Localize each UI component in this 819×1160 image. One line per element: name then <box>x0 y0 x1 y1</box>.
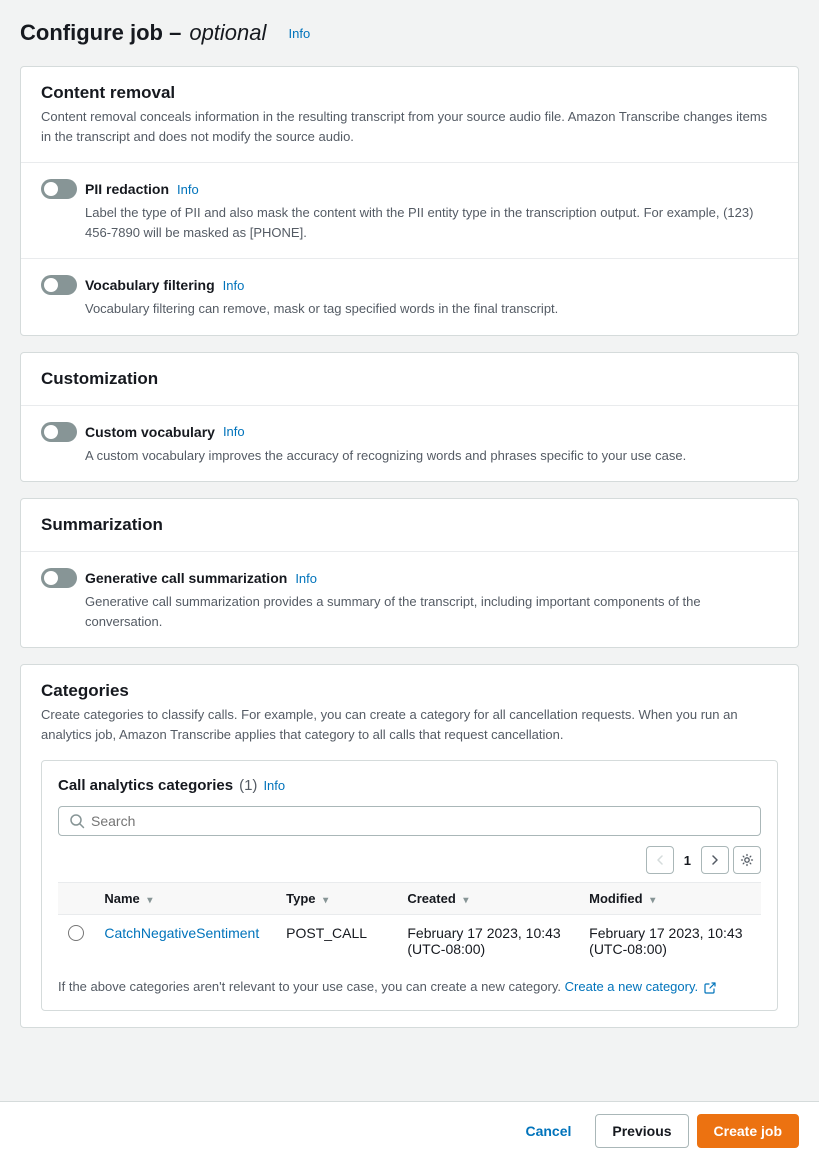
search-input[interactable] <box>91 813 750 829</box>
col-header-radio <box>58 883 94 915</box>
categories-count: (1) <box>239 777 257 794</box>
customization-title: Customization <box>41 369 778 389</box>
inner-card-title: Call analytics categories (1) Info <box>58 777 761 794</box>
generative-call-info-link[interactable]: Info <box>295 571 317 586</box>
custom-vocabulary-toggle[interactable] <box>41 422 77 442</box>
pii-redaction-toggle[interactable] <box>41 179 77 199</box>
col-header-name[interactable]: Name ▾ <box>94 883 276 915</box>
vocabulary-filtering-toggle[interactable] <box>41 275 77 295</box>
pii-redaction-info-link[interactable]: Info <box>177 182 199 197</box>
action-bar: Cancel Previous Create job <box>0 1101 819 1160</box>
content-removal-header: Content removal Content removal conceals… <box>21 67 798 163</box>
pii-redaction-row: PII redaction Info Label the type of PII… <box>21 163 798 259</box>
chevron-left-icon <box>655 855 665 865</box>
created-sort-icon: ▾ <box>463 895 468 906</box>
summarization-header: Summarization <box>21 499 798 552</box>
name-sort-icon: ▾ <box>147 895 152 906</box>
create-category-link[interactable]: Create a new category. <box>565 979 716 994</box>
vocabulary-filtering-label: Vocabulary filtering <box>85 277 215 293</box>
generative-call-desc: Generative call summarization provides a… <box>85 592 778 631</box>
categories-info-link[interactable]: Info <box>263 778 285 793</box>
row-name-link[interactable]: CatchNegativeSentiment <box>104 925 259 941</box>
vocabulary-filtering-header: Vocabulary filtering Info <box>41 275 778 295</box>
footer-note: If the above categories aren't relevant … <box>58 979 761 994</box>
col-header-modified[interactable]: Modified ▾ <box>579 883 761 915</box>
create-job-button[interactable]: Create job <box>697 1114 799 1148</box>
categories-table: Name ▾ Type ▾ Created ▾ Modified ▾ <box>58 882 761 967</box>
pagination-next-btn[interactable] <box>701 846 729 874</box>
generative-call-row: Generative call summarization Info Gener… <box>21 552 798 647</box>
pii-redaction-slider <box>41 179 77 199</box>
content-removal-section: Content removal Content removal conceals… <box>20 66 799 336</box>
page-title-info-link[interactable]: Info <box>289 26 311 41</box>
row-modified: February 17 2023, 10:43 (UTC-08:00) <box>579 915 761 968</box>
custom-vocabulary-slider <box>41 422 77 442</box>
search-box <box>58 806 761 836</box>
search-icon <box>69 813 85 829</box>
summarization-section: Summarization Generative call summarizat… <box>20 498 799 648</box>
pii-redaction-label: PII redaction <box>85 181 169 197</box>
vocabulary-filtering-info-link[interactable]: Info <box>223 278 245 293</box>
table-row: CatchNegativeSentiment POST_CALL Februar… <box>58 915 761 968</box>
categories-title: Categories <box>41 681 778 701</box>
row-type: POST_CALL <box>276 915 397 968</box>
summarization-title: Summarization <box>41 515 778 535</box>
categories-desc: Create categories to classify calls. For… <box>41 705 778 744</box>
row-name: CatchNegativeSentiment <box>94 915 276 968</box>
vocabulary-filtering-desc: Vocabulary filtering can remove, mask or… <box>85 299 778 319</box>
custom-vocabulary-row: Custom vocabulary Info A custom vocabula… <box>21 406 798 482</box>
pii-redaction-desc: Label the type of PII and also mask the … <box>85 203 778 242</box>
generative-call-slider <box>41 568 77 588</box>
col-header-created[interactable]: Created ▾ <box>397 883 579 915</box>
customization-section: Customization Custom vocabulary Info A c… <box>20 352 799 483</box>
vocabulary-filtering-row: Vocabulary filtering Info Vocabulary fil… <box>21 259 798 335</box>
pagination-prev-btn[interactable] <box>646 846 674 874</box>
content-removal-title: Content removal <box>41 83 778 103</box>
chevron-right-icon <box>710 855 720 865</box>
analytics-categories-card: Call analytics categories (1) Info <box>41 760 778 1011</box>
pii-redaction-header: PII redaction Info <box>41 179 778 199</box>
vocabulary-filtering-slider <box>41 275 77 295</box>
table-controls: 1 <box>58 846 761 874</box>
col-header-type[interactable]: Type ▾ <box>276 883 397 915</box>
generative-call-toggle[interactable] <box>41 568 77 588</box>
customization-header: Customization <box>21 353 798 406</box>
page-title: Configure job – optional Info <box>20 20 799 46</box>
row-radio-cell <box>58 915 94 968</box>
content-removal-desc: Content removal conceals information in … <box>41 107 778 146</box>
row-radio-input[interactable] <box>68 925 84 941</box>
pagination-current: 1 <box>678 853 697 868</box>
gear-icon <box>740 853 754 867</box>
external-link-icon <box>704 982 716 994</box>
table-settings-btn[interactable] <box>733 846 761 874</box>
generative-call-label: Generative call summarization <box>85 570 287 586</box>
custom-vocabulary-header: Custom vocabulary Info <box>41 422 778 442</box>
type-sort-icon: ▾ <box>323 895 328 906</box>
custom-vocabulary-info-link[interactable]: Info <box>223 424 245 439</box>
custom-vocabulary-desc: A custom vocabulary improves the accurac… <box>85 446 778 466</box>
custom-vocabulary-label: Custom vocabulary <box>85 424 215 440</box>
categories-section: Categories Create categories to classify… <box>20 664 799 1028</box>
cancel-button[interactable]: Cancel <box>509 1114 587 1148</box>
previous-button[interactable]: Previous <box>595 1114 688 1148</box>
modified-sort-icon: ▾ <box>650 895 655 906</box>
row-created: February 17 2023, 10:43 (UTC-08:00) <box>397 915 579 968</box>
generative-call-header: Generative call summarization Info <box>41 568 778 588</box>
